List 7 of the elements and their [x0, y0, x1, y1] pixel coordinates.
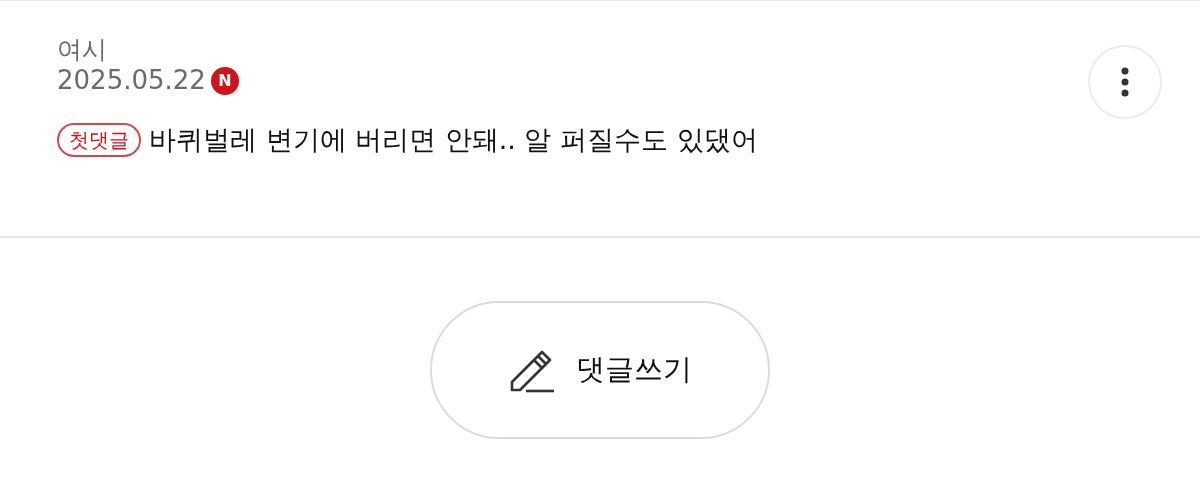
more-icon	[1121, 67, 1129, 97]
write-comment-button[interactable]: 댓글쓰기	[430, 301, 770, 439]
author-name: 여시	[57, 35, 108, 65]
first-comment-tag: 첫댓글	[57, 123, 141, 158]
new-badge: N	[210, 66, 239, 95]
comment-date: 2025.05.22	[57, 65, 206, 97]
comment-text: 바퀴벌레 변기에 버리면 안돼.. 알 퍼질수도 있댔어	[149, 123, 758, 158]
